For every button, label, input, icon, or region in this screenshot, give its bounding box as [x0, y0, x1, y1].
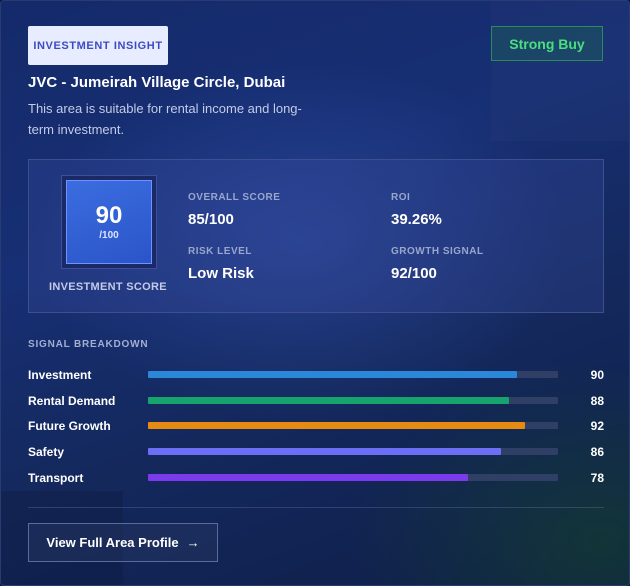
signal-fill-bar	[148, 422, 526, 429]
investment-score-denominator: /100	[99, 230, 119, 241]
signal-name: Rental Demand	[28, 394, 116, 408]
roi-label: ROI	[391, 192, 411, 203]
signal-track	[148, 371, 558, 378]
cta-label: View Full Area Profile	[46, 535, 179, 550]
signal-row-transport: Transport 78	[28, 470, 604, 486]
growth-signal-stat: GROWTH SIGNAL 92/100	[391, 246, 484, 282]
signal-row-investment: Investment 90	[28, 367, 604, 383]
signal-row-future-growth: Future Growth 92	[28, 418, 604, 434]
signal-fill-bar	[148, 371, 517, 378]
signal-name: Transport	[28, 471, 84, 485]
roi-stat: ROI 39.26%	[391, 192, 442, 228]
signal-fill-bar	[148, 448, 501, 455]
signal-value: 86	[590, 445, 604, 459]
signal-fill-bar	[148, 397, 509, 404]
background-shade	[491, 1, 629, 141]
signal-value: 88	[590, 394, 604, 408]
investment-score-frame: 90 /100	[61, 175, 157, 269]
risk-level-stat: RISK LEVEL Low Risk	[188, 246, 254, 282]
investment-score-label: INVESTMENT SCORE	[49, 281, 167, 293]
signal-name: Safety	[28, 445, 65, 459]
signal-track	[148, 474, 558, 481]
signal-row-rental-demand: Rental Demand 88	[28, 393, 604, 409]
overall-score-value: 85/100	[188, 211, 234, 228]
signal-track	[148, 448, 558, 455]
signal-track	[148, 422, 558, 429]
signal-name: Future Growth	[28, 419, 111, 433]
arrow-right-icon: →	[186, 535, 200, 550]
area-title: JVC - Jumeirah Village Circle, Dubai	[28, 74, 286, 91]
roi-value: 39.26%	[391, 211, 442, 228]
signal-row-safety: Safety 86	[28, 444, 604, 460]
view-full-area-profile-button[interactable]: View Full Area Profile →	[28, 523, 218, 562]
signal-track	[148, 397, 558, 404]
overall-score-label: OVERALL SCORE	[188, 192, 281, 203]
signal-fill-bar	[148, 474, 468, 481]
signal-value: 90	[590, 368, 604, 382]
growth-signal-label: GROWTH SIGNAL	[391, 246, 484, 257]
overall-score-stat: OVERALL SCORE 85/100	[188, 192, 280, 228]
growth-signal-value: 92/100	[391, 265, 437, 282]
score-panel: 90 /100 INVESTMENT SCORE OVERALL SCORE 8…	[28, 159, 604, 313]
signal-name: Investment	[28, 368, 92, 382]
divider	[28, 507, 604, 508]
risk-level-value: Low Risk	[188, 265, 254, 282]
investment-score-value: 90	[95, 202, 123, 229]
area-description: This area is suitable for rental income …	[28, 101, 302, 137]
signal-breakdown-title: SIGNAL BREAKDOWN	[28, 339, 149, 350]
signal-value: 78	[590, 471, 604, 485]
risk-level-label: RISK LEVEL	[188, 246, 252, 257]
investment-score-box: 90 /100	[66, 180, 152, 264]
investment-insight-badge: INVESTMENT INSIGHT	[28, 26, 168, 65]
investment-insight-card: INVESTMENT INSIGHT Strong Buy JVC - Jume…	[0, 0, 630, 586]
recommendation-badge: Strong Buy	[491, 26, 603, 61]
signal-value: 92	[590, 419, 604, 433]
